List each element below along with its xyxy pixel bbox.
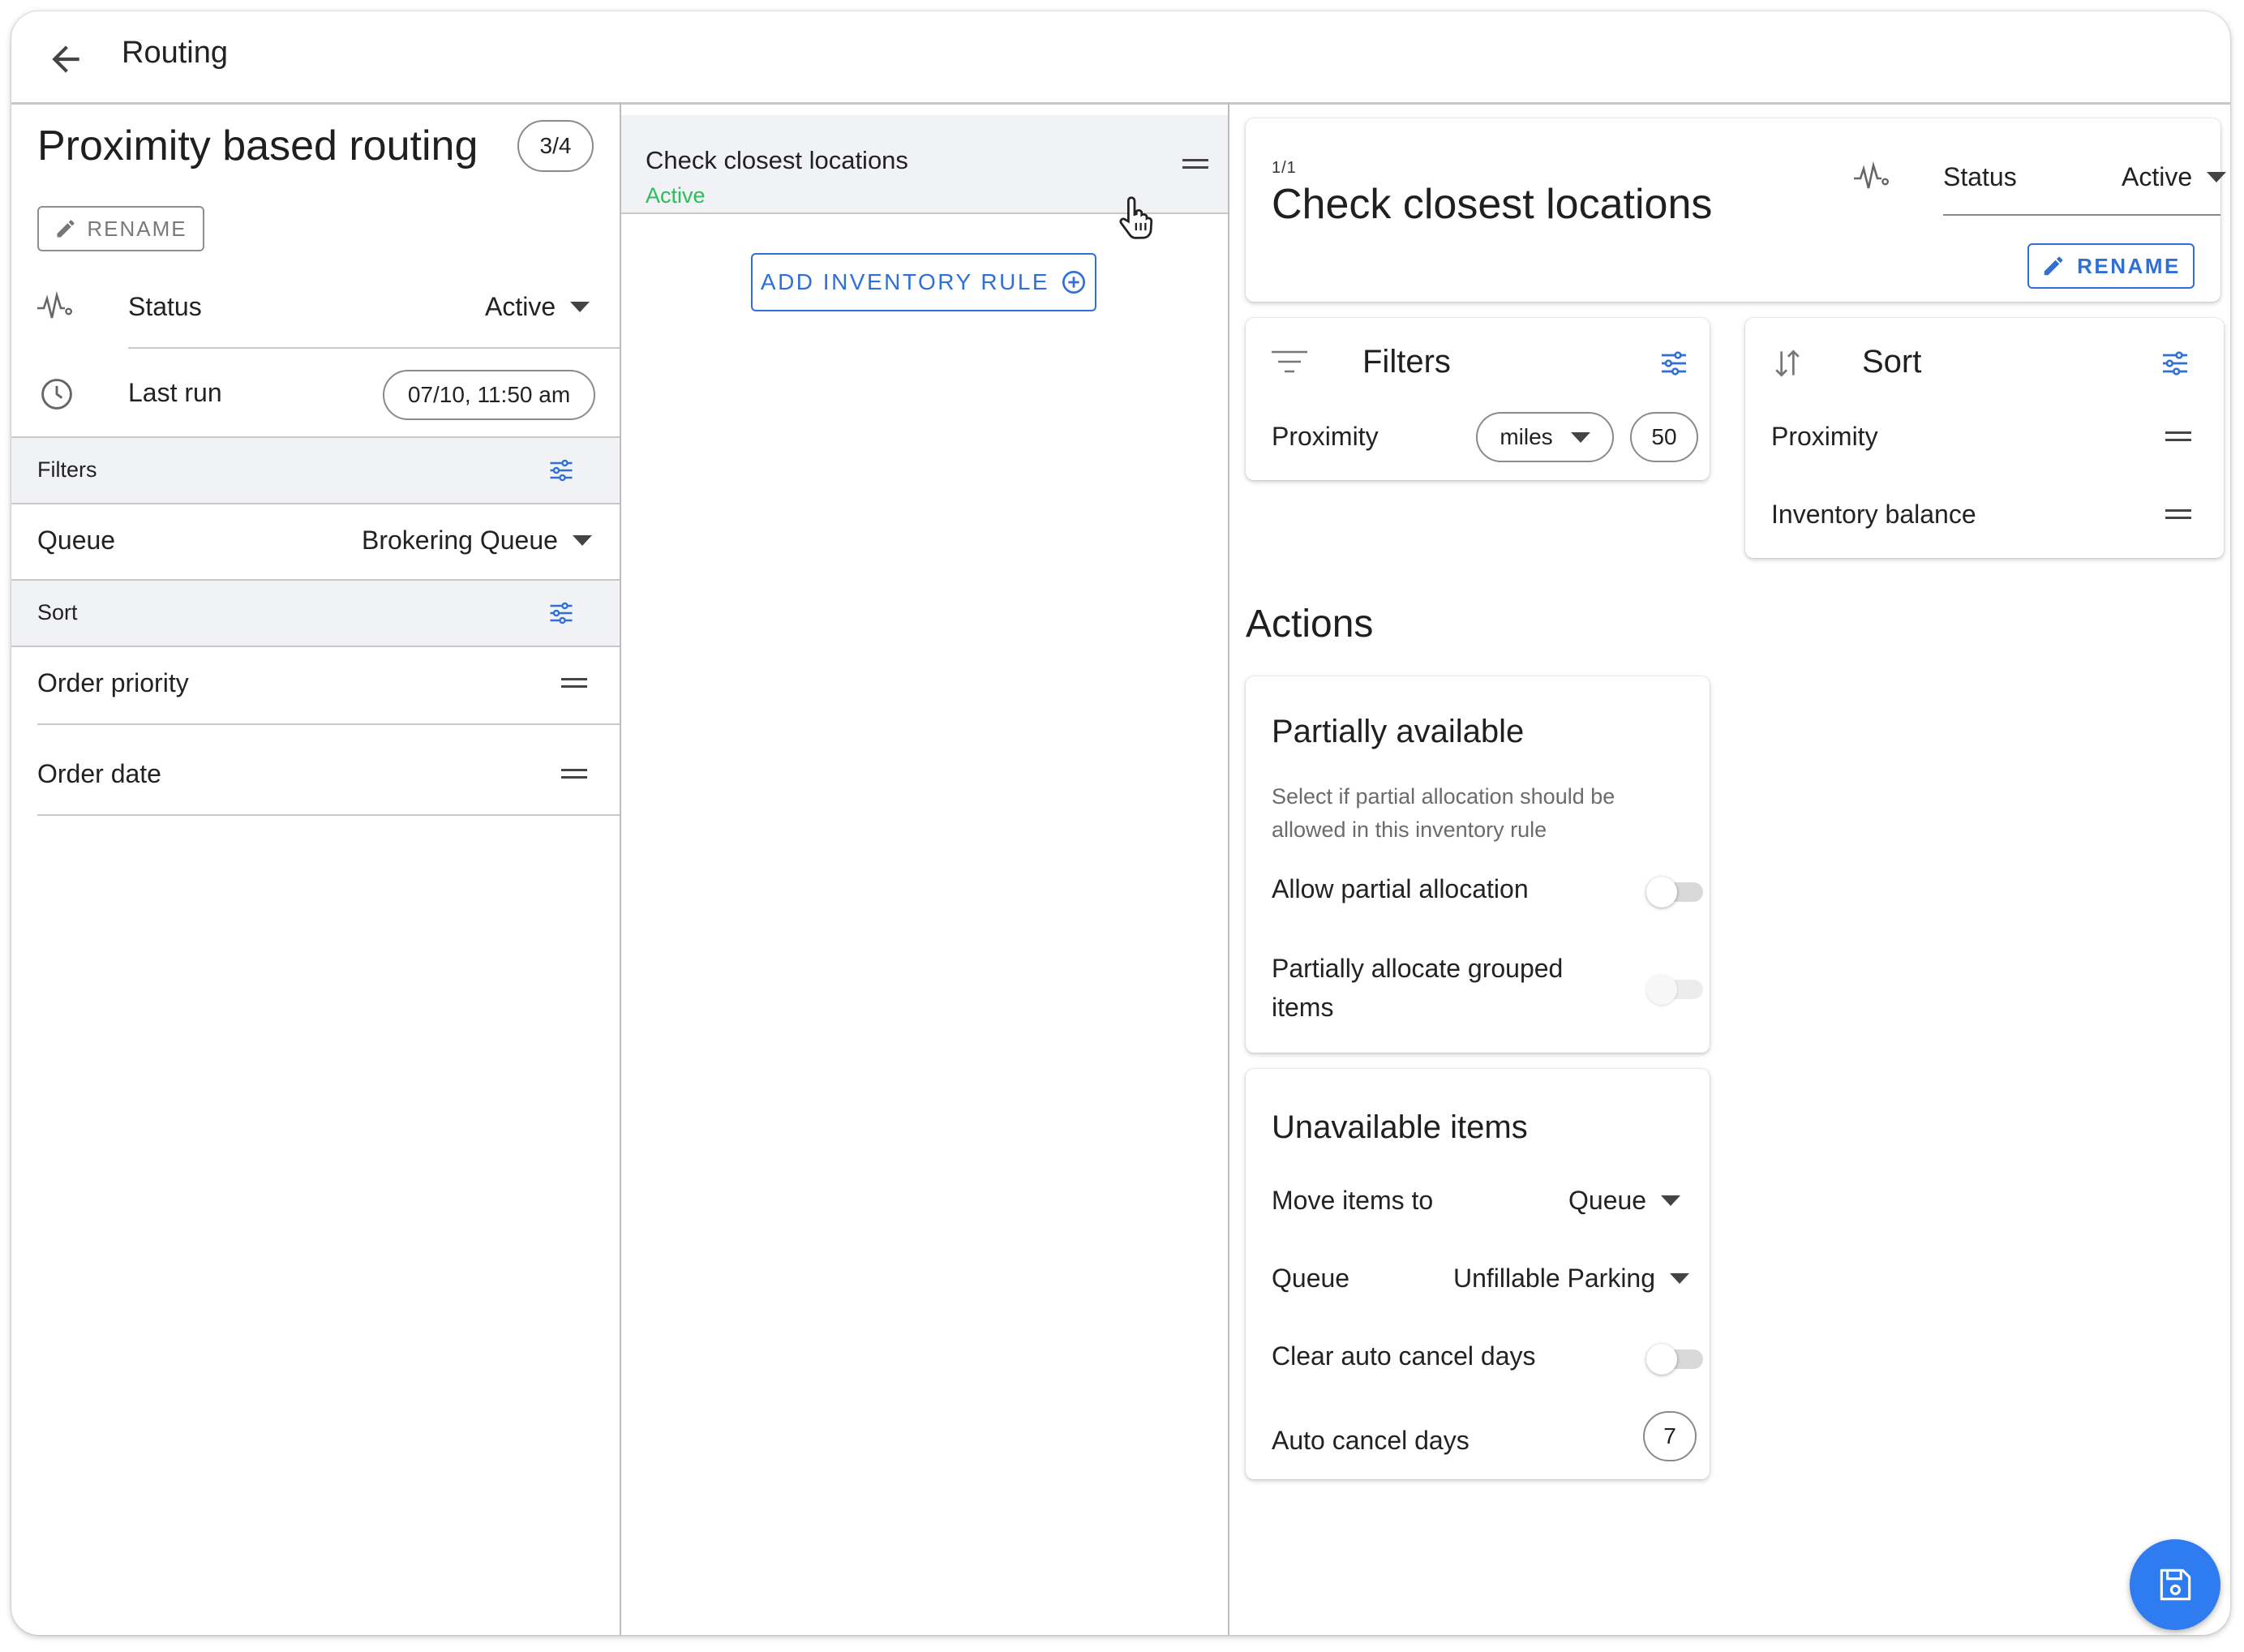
chevron-down-icon <box>2207 172 2227 182</box>
drag-handle-icon[interactable] <box>2165 509 2191 519</box>
drag-handle-icon[interactable] <box>561 678 587 688</box>
chevron-down-icon <box>572 535 592 546</box>
chevron-down-icon <box>1570 431 1590 443</box>
rule-sort-title: Sort <box>1862 344 1922 380</box>
rename-label: RENAME <box>87 216 187 241</box>
distance-unit-select[interactable]: miles <box>1476 412 1614 462</box>
last-run-chip[interactable]: 07/10, 11:50 am <box>383 370 595 420</box>
filters-header-label: Filters <box>37 457 97 482</box>
rule-filters-card: Filters Proximity miles 50 <box>1246 318 1710 480</box>
column-divider-right <box>1228 102 1229 1635</box>
allow-partial-toggle[interactable] <box>1646 876 1705 908</box>
rule-status-select[interactable]: Active <box>2122 162 2227 192</box>
sort-section-header: Sort <box>11 579 620 647</box>
pointer-hand-icon <box>1119 196 1153 239</box>
pencil-icon <box>57 220 75 238</box>
status-value: Active <box>485 292 556 321</box>
partially-available-card: Partially available Select if partial al… <box>1246 676 1710 1053</box>
allow-partial-label: Allow partial allocation <box>1272 874 1529 903</box>
unavailable-queue-value: Unfillable Parking <box>1453 1264 1656 1293</box>
divider <box>37 814 620 816</box>
rule-position: 1/1 <box>1272 159 1297 177</box>
inventory-rule-item[interactable]: Check closest locations Active <box>621 115 1228 239</box>
rule-sort-card: Sort Proximity Inventory balance <box>1745 318 2224 558</box>
drag-handle-icon[interactable] <box>2165 431 2191 441</box>
pencil-icon <box>2044 256 2063 276</box>
queue-label: Queue <box>1272 1264 1350 1293</box>
sort-header-label: Sort <box>37 600 78 624</box>
unit-value: miles <box>1500 424 1553 449</box>
clock-icon <box>41 379 72 410</box>
tune-icon[interactable] <box>2159 347 2191 380</box>
partial-description: Select if partial allocation should be a… <box>1272 784 1615 842</box>
save-button[interactable] <box>2130 1539 2220 1630</box>
back-arrow-icon[interactable] <box>45 39 86 79</box>
add-inventory-rule-button[interactable]: ADD INVENTORY RULE <box>751 253 1096 311</box>
rule-filters-title: Filters <box>1362 344 1451 380</box>
sort-item: Order priority <box>37 668 189 697</box>
rule-title: Check closest locations <box>1272 181 1713 228</box>
rule-sort-item: Inventory balance <box>1771 500 1976 529</box>
clear-cancel-toggle[interactable] <box>1646 1343 1705 1375</box>
auto-cancel-days-input[interactable]: 7 <box>1643 1411 1697 1461</box>
routing-name: Proximity based routing <box>37 122 478 169</box>
divider <box>37 723 620 725</box>
move-items-label: Move items to <box>1272 1186 1434 1215</box>
chevron-down-icon <box>1661 1195 1681 1206</box>
sort-item: Order date <box>37 759 161 788</box>
grouped-partial-toggle[interactable] <box>1646 973 1705 1005</box>
rename-routing-button[interactable]: RENAME <box>37 206 204 251</box>
unavailable-title: Unavailable items <box>1272 1109 1528 1145</box>
partial-title: Partially available <box>1272 714 1525 749</box>
divider <box>1943 214 2220 216</box>
pulse-icon <box>37 290 72 319</box>
rule-sort-item: Proximity <box>1771 422 1878 451</box>
unavailable-items-card: Unavailable items Move items to Queue Qu… <box>1246 1069 1710 1479</box>
rule-status-label: Status <box>1943 162 2017 191</box>
chevron-down-icon <box>1670 1273 1690 1284</box>
save-icon <box>2160 1568 2191 1601</box>
clear-cancel-label: Clear auto cancel days <box>1272 1341 1536 1371</box>
last-run-label: Last run <box>128 378 222 407</box>
chevron-down-icon <box>570 302 590 312</box>
drag-handle-icon[interactable] <box>561 769 587 779</box>
actions-title: Actions <box>1246 603 1374 646</box>
routing-position-badge: 3/4 <box>517 120 594 172</box>
proximity-label: Proximity <box>1272 422 1379 451</box>
move-items-select[interactable]: Queue <box>1568 1186 1681 1216</box>
add-circle-icon <box>1062 271 1086 294</box>
tune-icon[interactable] <box>1658 347 1690 380</box>
unavailable-queue-select[interactable]: Unfillable Parking <box>1453 1264 1690 1294</box>
top-app-bar: Routing <box>11 11 2230 105</box>
move-items-value: Queue <box>1568 1186 1647 1215</box>
rename-rule-button[interactable]: RENAME <box>2027 243 2195 289</box>
grouped-partial-label: Partially allocate grouped items <box>1272 954 1564 1022</box>
status-label: Status <box>128 292 202 321</box>
divider <box>128 347 620 349</box>
auto-cancel-days-label: Auto cancel days <box>1272 1426 1470 1455</box>
rule-name: Check closest locations <box>646 146 908 174</box>
column-divider-left <box>620 102 621 1635</box>
tune-icon[interactable] <box>547 599 576 628</box>
filter-lines-icon <box>1272 350 1307 373</box>
sort-arrows-icon <box>1775 350 1800 377</box>
rule-status-value: Active <box>2122 162 2193 191</box>
rename-rule-label: RENAME <box>2077 253 2181 278</box>
queue-value: Brokering Queue <box>362 526 558 555</box>
queue-select[interactable]: Brokering Queue <box>362 526 592 556</box>
queue-label: Queue <box>37 526 116 555</box>
add-inventory-rule-label: ADD INVENTORY RULE <box>760 269 1050 294</box>
app-title: Routing <box>122 36 228 70</box>
rule-status: Active <box>646 183 706 208</box>
routing-status-select[interactable]: Active <box>485 292 590 322</box>
tune-icon[interactable] <box>547 456 576 485</box>
app-window: Routing Proximity based routing 3/4 RENA… <box>11 11 2230 1635</box>
distance-value-input[interactable]: 50 <box>1630 412 1698 462</box>
pulse-icon <box>1854 161 1889 189</box>
filters-section-header: Filters <box>11 436 620 504</box>
rule-header-card: 1/1 Check closest locations Status Activ… <box>1246 118 2227 302</box>
drag-handle-icon[interactable] <box>1182 159 1208 169</box>
